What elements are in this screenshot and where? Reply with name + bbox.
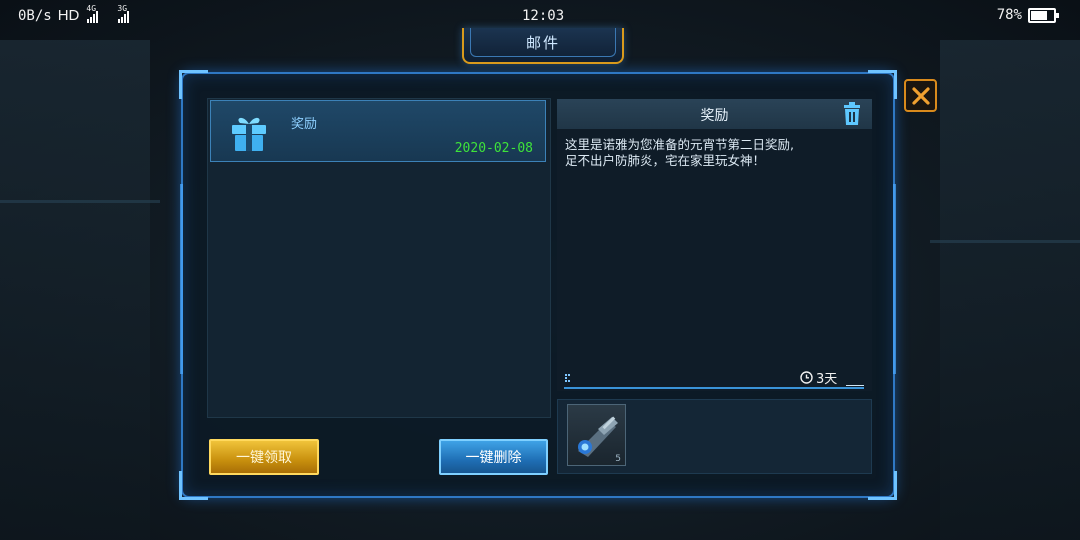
signal-3g-label: 3G <box>117 3 128 13</box>
background-wall-right <box>940 40 1080 540</box>
window-title-tab: 邮件 <box>462 28 624 64</box>
network-speed: 0B/s <box>18 7 52 24</box>
close-button[interactable] <box>904 79 937 112</box>
mail-detail-title: 奖励 <box>700 108 729 124</box>
scroll-indicator <box>565 374 571 382</box>
signal-3g-icon: 3G <box>117 4 130 23</box>
expire-info: 3天 <box>800 368 837 387</box>
clock: 12:03 <box>522 8 565 24</box>
divider <box>564 387 864 389</box>
close-icon <box>911 86 930 105</box>
clock-icon <box>800 371 813 384</box>
battery-icon <box>1028 7 1059 23</box>
mail-date: 2020-02-08 <box>454 141 533 156</box>
mail-list-item[interactable]: 奖励 2020-02-08 <box>210 100 546 162</box>
mail-subject: 奖励 <box>291 117 318 132</box>
expire-days: 3天 <box>816 372 838 387</box>
attachment-item[interactable]: 5 <box>567 404 626 466</box>
signal-4g-label: 4G <box>86 3 97 13</box>
attachment-quantity: 5 <box>615 454 621 464</box>
background-stripe <box>930 240 1080 243</box>
mail-detail-header: 奖励 <box>557 99 872 129</box>
trash-icon[interactable] <box>841 102 863 126</box>
divider <box>846 385 864 386</box>
background-wall-left <box>0 40 150 540</box>
mail-detail-body: 这里是诺雅为您准备的元宵节第二日奖励, 足不出户防肺炎，宅在家里玩女神！ <box>557 129 872 391</box>
signal-4g-icon: 4G <box>86 4 99 23</box>
gift-icon <box>232 117 266 151</box>
hd-indicator: HD <box>57 7 80 24</box>
mail-detail-text: 这里是诺雅为您准备的元宵节第二日奖励, 足不出户防肺炎，宅在家里玩女神！ <box>565 137 794 168</box>
delete-all-button[interactable]: 一键删除 <box>439 439 548 475</box>
battery-percent: 78% <box>996 7 1022 23</box>
background-stripe <box>0 200 160 203</box>
claim-all-button[interactable]: 一键领取 <box>209 439 319 475</box>
status-bar: 0B/s HD 4G 3G 12:03 78% <box>0 0 1080 30</box>
window-title: 邮件 <box>525 34 560 52</box>
